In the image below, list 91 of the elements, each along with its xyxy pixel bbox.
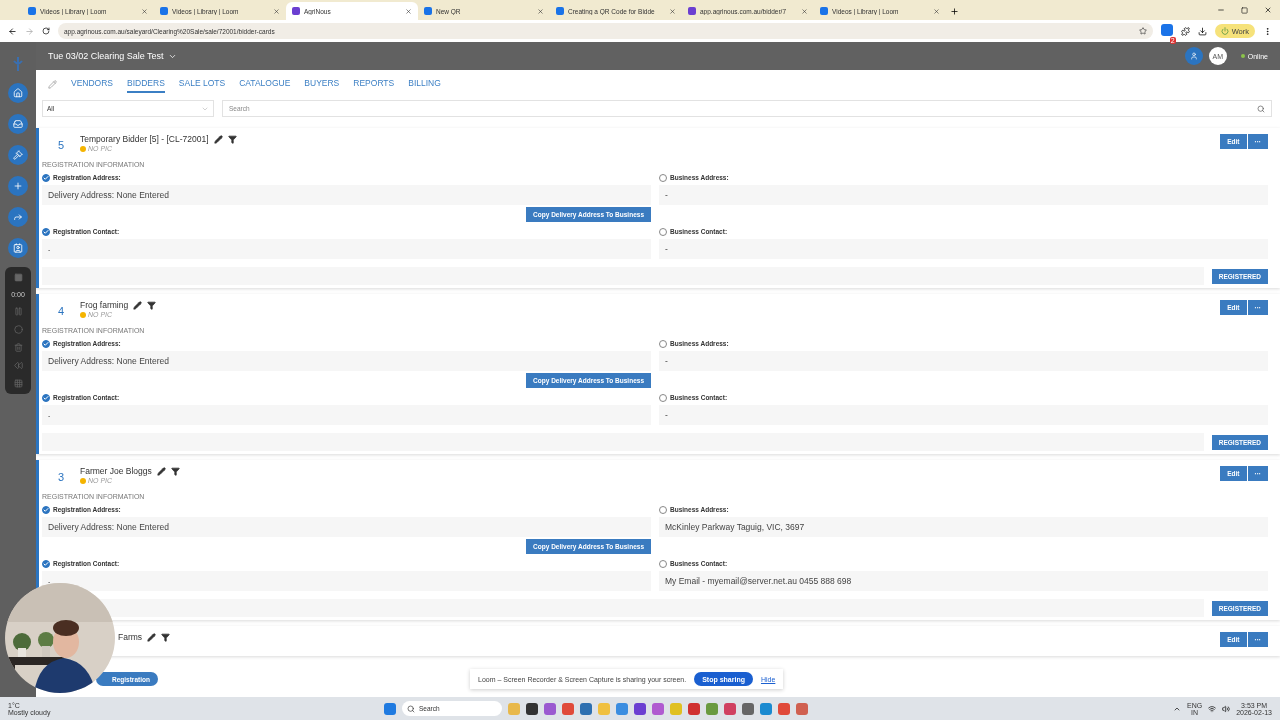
rewind-icon[interactable] [13,361,23,370]
radio-button[interactable] [659,173,667,182]
radio-button[interactable] [659,559,667,568]
volume-icon[interactable] [1222,704,1231,713]
new-tab-icon[interactable] [950,7,959,16]
close-icon[interactable] [801,7,808,15]
extension-icon[interactable] [1160,24,1173,36]
pencil-icon[interactable] [156,466,166,476]
field-value: - [659,239,1268,259]
trash-icon[interactable] [13,343,23,352]
bidder-number: 3 [56,470,66,483]
field-value: - [659,405,1268,425]
filter-icon[interactable] [227,134,237,144]
field-value: Delivery Address: None Entered [42,185,651,205]
bidder-name: Frog farming [80,300,129,310]
minimize-icon[interactable] [1217,6,1225,14]
close-icon[interactable] [141,7,148,15]
pencil-icon[interactable] [147,632,157,642]
taskbar-app-icon[interactable] [634,702,646,715]
forward-button[interactable] [8,207,28,227]
power-icon [1220,27,1229,35]
back-icon[interactable] [8,26,17,36]
close-window-icon[interactable] [1264,6,1272,14]
bidder-name: Temporary Bidder [5] - [CL-72001] [80,134,209,144]
start-icon[interactable] [384,702,396,715]
checked-radio-icon[interactable] [42,393,50,402]
bidder-name: Farms [118,632,143,642]
forward-icon [13,212,23,222]
field-value: Delivery Address: None Entered [42,351,651,371]
download-icon[interactable] [1197,26,1207,36]
forward-icon[interactable] [25,26,34,36]
plus-icon [13,181,23,191]
pause-icon[interactable] [13,307,23,316]
person-icon [1189,52,1198,60]
contact-card-icon [13,243,23,253]
taskbar-app-icon[interactable] [526,702,538,715]
filter-icon[interactable] [161,632,171,642]
nav-tab[interactable]: SALE LOTS [178,75,226,93]
radio-button[interactable] [659,227,667,236]
stop-icon[interactable] [13,273,23,282]
close-icon[interactable] [273,7,280,15]
checked-radio-icon[interactable] [42,559,50,568]
search-icon [407,704,415,713]
reload-icon[interactable] [42,27,50,35]
checked-radio-icon[interactable] [42,227,50,236]
bidder-number: 4 [56,304,66,317]
nav-tab[interactable]: BILLING [408,75,441,93]
checked-radio-icon[interactable] [42,339,50,348]
restore-icon[interactable] [1241,7,1248,14]
filter-icon[interactable] [147,300,157,310]
filter-icon[interactable] [170,466,180,476]
close-icon[interactable] [933,7,940,15]
pencil-icon[interactable] [213,134,223,144]
nav-tab[interactable]: CATALOGUE [239,75,291,93]
puzzle-icon[interactable] [1180,26,1190,36]
radio-button[interactable] [659,393,667,402]
radio-button[interactable] [659,505,667,514]
close-icon[interactable] [405,7,412,15]
user-icon[interactable] [1184,47,1203,65]
grid-icon[interactable] [13,379,23,388]
field-value: Delivery Address: None Entered [42,517,651,537]
close-icon[interactable] [669,7,676,15]
plus-button[interactable] [8,176,28,196]
pencil-icon[interactable] [133,300,143,310]
contact-card-button[interactable] [8,238,28,258]
checked-radio-icon[interactable] [42,173,50,182]
checked-radio-icon[interactable] [42,505,50,514]
field-value: My Email - myemail@server.net.au 0455 888 698 [659,571,1268,591]
radio-button[interactable] [659,339,667,348]
circle-icon[interactable] [13,325,23,334]
home-icon [13,88,23,98]
gavel-button[interactable] [8,145,28,165]
nav-tab[interactable]: BIDDERS [127,75,165,93]
field-value: - [659,351,1268,371]
nav-tab[interactable]: VENDORS [71,75,114,93]
inbox-icon [13,119,23,129]
taskbar-app-icon[interactable] [742,702,754,715]
menu-icon[interactable] [1263,26,1272,36]
wifi-icon[interactable] [1208,704,1217,713]
gavel-icon [13,150,23,160]
field-value: - [659,185,1268,205]
inbox-button[interactable] [8,114,28,134]
field-value: McKinley Parkway Taguig, VIC, 3697 [659,517,1268,537]
bidder-number: 5 [56,138,66,151]
bidder-name: Farmer Joe Bloggs [80,466,152,476]
nav-tab[interactable]: REPORTS [353,75,395,93]
close-icon[interactable] [537,7,544,15]
nav-tab[interactable]: BUYERS [304,75,340,93]
home-button[interactable] [8,83,28,103]
search-icon[interactable] [1257,104,1265,113]
star-icon[interactable] [1138,27,1147,35]
